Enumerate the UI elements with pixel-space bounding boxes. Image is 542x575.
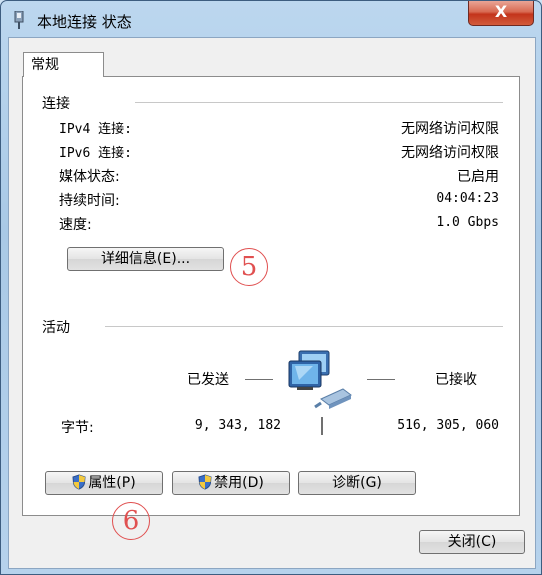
activity-heading: 活动	[42, 320, 70, 336]
annotation-marker-5: 5	[230, 248, 268, 286]
duration-label: 持续时间:	[59, 193, 120, 209]
connection-heading: 连接	[42, 96, 70, 112]
activity-divider	[105, 326, 503, 327]
ipv4-label: IPv4 连接:	[59, 122, 132, 137]
window-close-button[interactable]: X	[468, 1, 534, 26]
network-computers-icon	[288, 350, 352, 409]
bytes-sent-value: 9, 343, 182	[194, 418, 281, 433]
ipv6-label: IPv6 连接:	[59, 146, 132, 161]
dialog-client-area: 常规 连接 IPv4 连接: 无网络访问权限 IPv6 连接: 无网络访问权限 …	[8, 37, 536, 569]
tab-general[interactable]: 常规	[23, 52, 104, 77]
ipv6-value: 无网络访问权限	[401, 145, 499, 161]
properties-button[interactable]: 属性(P)	[45, 471, 163, 495]
diagnose-button[interactable]: 诊断(G)	[298, 471, 416, 495]
uac-shield-icon	[72, 474, 86, 490]
window-title: 本地连接 状态	[37, 13, 132, 31]
title-bar: 本地连接 状态 X	[1, 1, 541, 37]
speed-value: 1.0 Gbps	[436, 215, 499, 230]
uac-shield-icon	[198, 474, 212, 490]
status-window: 本地连接 状态 X 常规 连接 IPv4 连接: 无网络访问权限 IPv6 连接…	[0, 0, 542, 575]
media-state-label: 媒体状态:	[59, 169, 120, 185]
bytes-received-value: 516, 305, 060	[397, 418, 499, 433]
sent-connector	[245, 379, 273, 380]
received-connector	[367, 379, 395, 380]
disable-button-label: 禁用(D)	[214, 475, 264, 491]
ipv4-value: 无网络访问权限	[401, 121, 499, 137]
details-button[interactable]: 详细信息(E)...	[67, 247, 224, 271]
speed-label: 速度:	[59, 217, 92, 233]
computer-cable-line	[321, 417, 323, 435]
sent-label: 已发送	[187, 372, 229, 388]
duration-value: 04:04:23	[436, 191, 499, 206]
network-adapter-icon	[14, 11, 24, 29]
close-button[interactable]: 关闭(C)	[419, 530, 525, 554]
disable-button[interactable]: 禁用(D)	[172, 471, 290, 495]
properties-button-label: 属性(P)	[88, 475, 136, 491]
annotation-marker-6: 6	[112, 502, 150, 540]
general-tab-panel: 连接 IPv4 连接: 无网络访问权限 IPv6 连接: 无网络访问权限 媒体状…	[22, 76, 520, 516]
received-label: 已接收	[435, 372, 477, 388]
media-state-value: 已启用	[457, 169, 499, 185]
bytes-label: 字节:	[61, 420, 94, 436]
connection-divider	[135, 102, 503, 103]
